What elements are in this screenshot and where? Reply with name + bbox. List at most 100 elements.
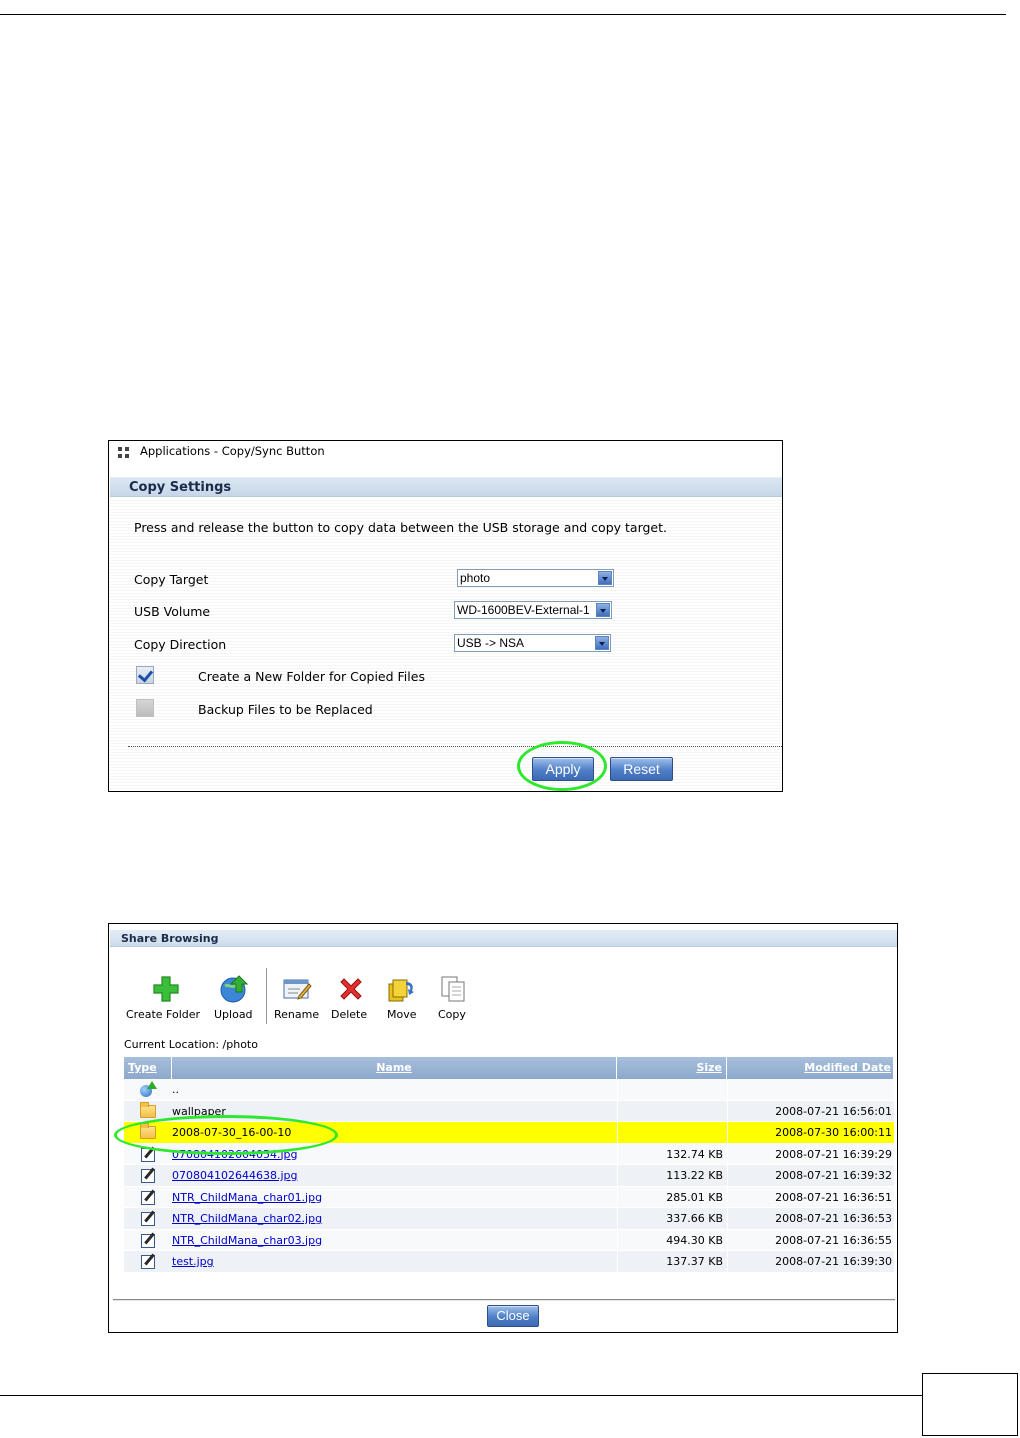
copy-target-value: photo	[460, 571, 491, 585]
column-header-name[interactable]: Name	[172, 1057, 617, 1079]
file-link[interactable]: NTR_ChildMana_char02.jpg	[172, 1212, 322, 1225]
type-cell	[124, 1230, 172, 1251]
image-file-icon	[141, 1233, 155, 1248]
apply-highlight-circle	[517, 741, 607, 791]
column-header-modified-date[interactable]: Modified Date	[727, 1057, 894, 1079]
copy-sync-panel: Applications - Copy/Sync Button Copy Set…	[108, 440, 783, 792]
size-cell	[617, 1122, 727, 1143]
copy-label: Copy	[438, 1008, 466, 1021]
file-link[interactable]: NTR_ChildMana_char03.jpg	[172, 1234, 322, 1247]
modified-cell: 2008-07-21 16:39:29	[775, 1147, 892, 1161]
file-table: Type Name Size Modified Date .. wallpape…	[124, 1057, 894, 1273]
size-cell	[617, 1101, 727, 1122]
section-title: Copy Settings	[129, 480, 232, 495]
size-cell	[617, 1079, 727, 1100]
form-divider	[128, 746, 782, 747]
table-header: Type Name Size Modified Date	[124, 1057, 894, 1079]
usb-volume-value: WD-1600BEV-External-1	[457, 603, 590, 617]
move-label: Move	[387, 1008, 417, 1021]
name-cell: 070804102644638.jpg	[172, 1165, 617, 1186]
type-cell	[124, 1208, 172, 1229]
modified-cell: 2008-07-21 16:56:01	[775, 1104, 892, 1118]
chevron-down-icon	[598, 571, 612, 585]
size-cell: 137.37 KB	[666, 1255, 723, 1268]
close-button[interactable]: Close	[487, 1305, 539, 1327]
modified-cell: 2008-07-21 16:39:30	[775, 1255, 892, 1268]
rename-icon	[283, 979, 312, 1000]
copy-direction-select[interactable]: USB -> NSA	[454, 634, 611, 652]
new-folder-checkbox[interactable]	[136, 666, 154, 684]
create-folder-label: Create Folder	[126, 1008, 201, 1021]
chevron-down-icon	[595, 636, 609, 650]
modified-cell: 2008-07-21 16:36:53	[775, 1212, 892, 1225]
copy-target-select[interactable]: photo	[457, 569, 614, 587]
copy-direction-label: Copy Direction	[134, 637, 227, 652]
type-cell	[124, 1079, 172, 1100]
file-link[interactable]: NTR_ChildMana_char01.jpg	[172, 1191, 322, 1204]
table-row[interactable]: NTR_ChildMana_char01.jpg 285.01 KB 2008-…	[124, 1186, 894, 1208]
current-location: Current Location: /photo	[124, 1038, 258, 1051]
size-cell: 337.66 KB	[666, 1212, 723, 1225]
table-row[interactable]: 070804102644638.jpg 113.22 KB 2008-07-21…	[124, 1165, 894, 1187]
name-cell: test.jpg	[172, 1251, 617, 1272]
table-row[interactable]: NTR_ChildMana_char02.jpg 337.66 KB 2008-…	[124, 1208, 894, 1230]
window-title: Applications - Copy/Sync Button	[140, 444, 325, 458]
backup-files-label: Backup Files to be Replaced	[198, 702, 373, 717]
type-cell	[124, 1251, 172, 1272]
name-cell: NTR_ChildMana_char01.jpg	[172, 1187, 617, 1208]
image-file-icon	[141, 1190, 155, 1205]
column-header-size[interactable]: Size	[617, 1057, 727, 1079]
rename-label: Rename	[274, 1008, 320, 1021]
app-grid-icon	[118, 447, 130, 459]
globe-upload-icon	[220, 975, 249, 1003]
delete-x-icon	[340, 978, 362, 1000]
modified-cell: 2008-07-30 16:00:11	[775, 1126, 892, 1139]
usb-volume-select[interactable]: WD-1600BEV-External-1	[454, 601, 612, 619]
size-cell: 113.22 KB	[666, 1169, 723, 1182]
chevron-down-icon	[596, 603, 610, 617]
table-row[interactable]: NTR_ChildMana_char03.jpg 494.30 KB 2008-…	[124, 1229, 894, 1251]
type-cell	[124, 1187, 172, 1208]
upload-label: Upload	[214, 1008, 253, 1021]
new-folder-label: Create a New Folder for Copied Files	[198, 669, 425, 684]
copy-target-label: Copy Target	[134, 572, 209, 587]
page-number-box	[922, 1373, 1018, 1436]
current-location-label: Current Location:	[124, 1038, 220, 1051]
image-file-icon	[141, 1255, 155, 1269]
image-file-icon	[141, 1169, 155, 1183]
folder-highlight-ellipse	[114, 1115, 338, 1155]
backup-files-checkbox[interactable]	[136, 699, 154, 717]
panel-title-bar: Share Browsing	[110, 930, 897, 947]
copy-direction-value: USB -> NSA	[457, 636, 525, 650]
name-cell[interactable]: ..	[172, 1079, 617, 1100]
name-cell: NTR_ChildMana_char02.jpg	[172, 1208, 617, 1229]
size-cell: 494.30 KB	[666, 1233, 723, 1247]
type-cell	[124, 1165, 172, 1186]
copy-pages-icon	[441, 976, 465, 1002]
top-rule	[0, 14, 1006, 15]
bottom-rule	[0, 1395, 922, 1396]
toolbar-separator	[266, 968, 267, 1024]
settings-form: Press and release the button to copy dat…	[110, 498, 782, 791]
size-cell: 285.01 KB	[666, 1190, 723, 1204]
move-icon	[388, 979, 414, 1002]
file-link[interactable]: test.jpg	[172, 1255, 214, 1268]
section-header: Copy Settings	[110, 477, 782, 497]
current-location-path: /photo	[222, 1038, 258, 1051]
description-text: Press and release the button to copy dat…	[134, 520, 667, 535]
panel-header: Applications - Copy/Sync Button	[109, 441, 782, 463]
image-file-icon	[141, 1212, 155, 1226]
delete-label: Delete	[331, 1008, 368, 1021]
column-header-type[interactable]: Type	[124, 1057, 172, 1079]
plus-icon	[153, 976, 179, 1002]
reset-button[interactable]: Reset	[610, 757, 673, 781]
file-link[interactable]: 070804102644638.jpg	[172, 1169, 298, 1182]
size-cell: 132.74 KB	[666, 1147, 723, 1161]
parent-directory-icon	[140, 1081, 157, 1097]
share-browsing-panel: Share Browsing Create Folder Upload Rena…	[108, 923, 898, 1333]
modified-cell: 2008-07-21 16:36:51	[775, 1190, 892, 1204]
table-row[interactable]: test.jpg 137.37 KB 2008-07-21 16:39:30	[124, 1251, 894, 1273]
modified-cell	[727, 1079, 894, 1100]
table-row[interactable]: ..	[124, 1079, 894, 1101]
modified-cell: 2008-07-21 16:36:55	[775, 1233, 892, 1247]
